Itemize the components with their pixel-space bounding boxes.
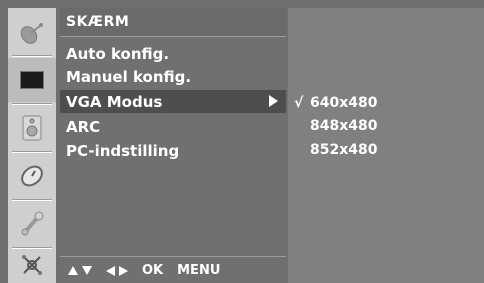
menu-item-manual-config[interactable]: Manuel konfig. [60,65,286,88]
menu-item-vga-mode[interactable]: VGA Modus [60,90,286,113]
icon-divider [12,199,52,201]
submenu-item-label: 640x480 [310,95,378,111]
key-icon[interactable] [8,202,56,246]
icon-divider [12,151,52,153]
speaker-icon[interactable] [8,106,56,150]
title-divider [60,36,286,37]
menu-item-auto-config[interactable]: Auto konfig. [60,42,286,65]
footer-divider [60,256,286,257]
satellite-icon[interactable] [8,12,56,56]
menu-item-pc-setting[interactable]: PC-indstilling [60,139,286,162]
submenu-item-640x480[interactable]: √ 640x480 [288,92,484,115]
nav-hint: OK MENU [60,258,286,283]
screen-icon[interactable] [8,58,56,102]
menu-hint: MENU [177,263,221,278]
down-arrow-icon [82,266,92,275]
submenu-item-label: 848x480 [310,118,378,134]
menu-title: SKÆRM [60,8,286,36]
icon-divider [12,103,52,105]
tools-icon[interactable] [8,250,56,280]
check-icon: √ [294,95,304,111]
submenu-item-label: 852x480 [310,142,378,158]
left-arrow-icon [106,265,115,276]
submenu-arrow-icon [269,95,278,107]
submenu-item-852x480[interactable]: 852x480 [288,139,484,162]
clock-icon[interactable] [8,154,56,198]
right-arrow-icon [119,265,128,276]
submenu-item-848x480[interactable]: 848x480 [288,115,484,138]
icon-divider [12,247,52,249]
ok-hint: OK [142,263,164,278]
menu-item-arc[interactable]: ARC [60,115,286,138]
osd-screen: SKÆRM Auto konfig. Manuel konfig. VGA Mo… [0,0,484,283]
up-arrow-icon [68,266,78,275]
icon-divider [12,55,52,57]
menu-item-label: VGA Modus [66,92,163,111]
icon-bar [8,8,56,283]
